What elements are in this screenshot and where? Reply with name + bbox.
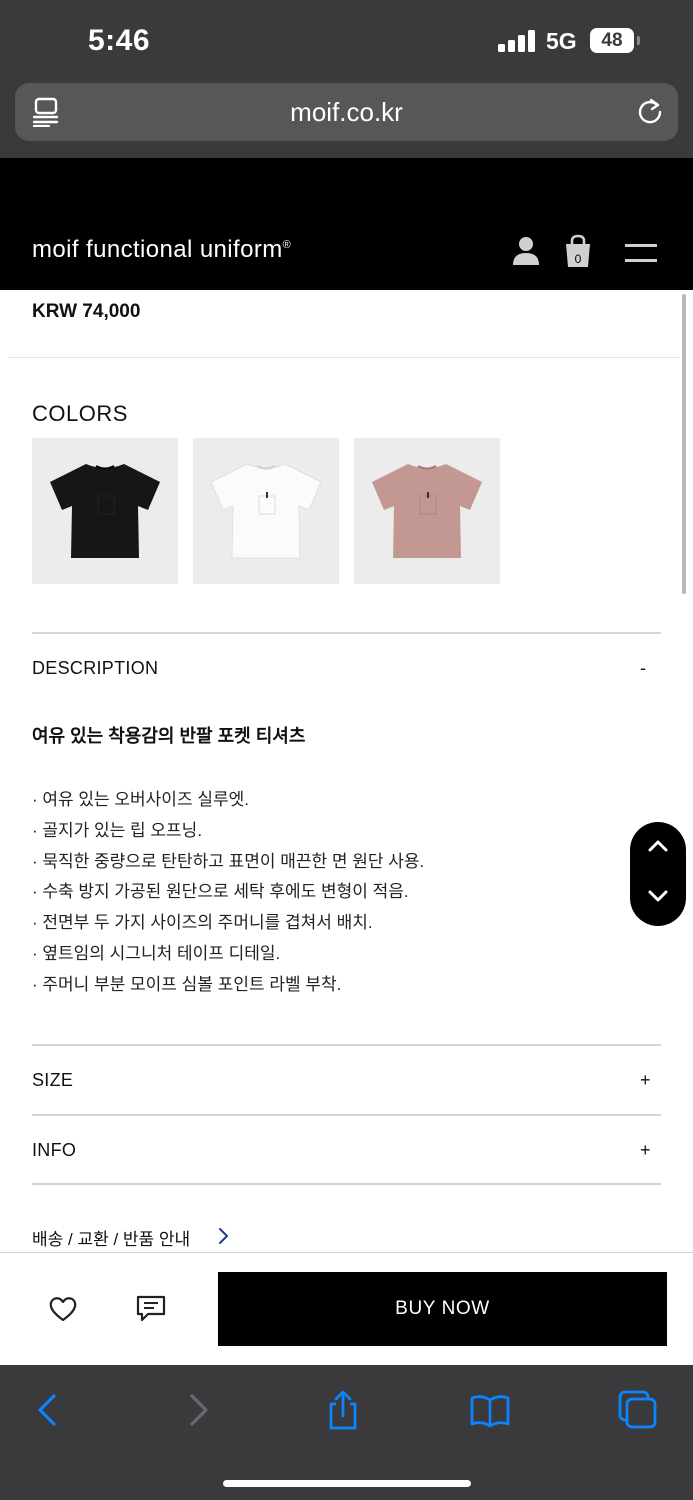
description-bullet: · 옆트임의 시그니처 테이프 디테일. bbox=[32, 944, 281, 963]
bookmarks-icon[interactable] bbox=[470, 1390, 510, 1430]
battery-icon: 48 bbox=[590, 28, 634, 53]
address-bar[interactable]: moif.co.kr bbox=[15, 83, 678, 141]
divider bbox=[32, 1044, 661, 1046]
comment-icon[interactable] bbox=[136, 1295, 166, 1323]
user-icon[interactable] bbox=[512, 236, 540, 266]
battery-tip bbox=[637, 36, 640, 45]
info-toggle[interactable]: INFO bbox=[32, 1140, 76, 1161]
brand-text: moif functional uniform bbox=[32, 236, 283, 263]
signal-icon bbox=[498, 30, 536, 52]
network-label: 5G bbox=[546, 28, 577, 54]
tshirt-black-image bbox=[50, 464, 160, 558]
status-bar: 5:46 5G 48 bbox=[0, 0, 693, 82]
divider bbox=[32, 632, 661, 634]
colors-label: COLORS bbox=[32, 401, 128, 426]
tabs-icon[interactable] bbox=[618, 1390, 658, 1430]
divider bbox=[32, 1183, 661, 1185]
description-bullet: · 주머니 부분 모이프 심볼 포인트 라벨 부착. bbox=[32, 975, 342, 994]
description-bullet: · 묵직한 중량으로 탄탄하고 표면이 매끈한 면 원단 사용. bbox=[32, 852, 425, 871]
status-time: 5:46 bbox=[88, 24, 151, 57]
description-bullet: · 전면부 두 가지 사이즈의 주머니를 겹쳐서 배치. bbox=[32, 913, 373, 932]
size-toggle[interactable]: SIZE bbox=[32, 1070, 73, 1091]
description-bullet: · 수축 방지 가공된 원단으로 세탁 후에도 변형이 적음. bbox=[32, 882, 409, 901]
forward-icon[interactable] bbox=[178, 1390, 218, 1430]
reload-icon[interactable] bbox=[635, 96, 665, 126]
description-bullet: · 골지가 있는 립 오프닝. bbox=[32, 821, 203, 840]
heart-icon[interactable] bbox=[48, 1295, 78, 1323]
chevron-right-icon[interactable] bbox=[216, 1227, 230, 1245]
product-price: KRW 74,000 bbox=[32, 301, 141, 322]
browser-top-bar: moif.co.kr bbox=[0, 82, 693, 158]
brand-registered-mark: ® bbox=[282, 239, 292, 251]
scroll-buttons bbox=[630, 822, 686, 926]
tshirt-white-image bbox=[210, 463, 322, 559]
cart-count: 0 bbox=[574, 252, 582, 266]
share-icon[interactable] bbox=[323, 1390, 363, 1430]
expand-toggle[interactable]: + bbox=[640, 1070, 651, 1091]
divider bbox=[32, 1114, 661, 1116]
description-toggle[interactable]: DESCRIPTION bbox=[32, 658, 158, 679]
divider bbox=[8, 357, 680, 358]
brand-logo[interactable]: moif functional uniform® bbox=[32, 236, 291, 264]
description-bullet: · 여유 있는 오버사이즈 실루엣. bbox=[32, 790, 249, 809]
browser-toolbar bbox=[0, 1365, 693, 1500]
color-swatch-black[interactable] bbox=[32, 438, 178, 584]
home-indicator[interactable] bbox=[223, 1480, 471, 1487]
chevron-up-icon[interactable] bbox=[646, 838, 670, 854]
menu-icon[interactable] bbox=[625, 244, 657, 264]
color-swatch-white[interactable] bbox=[193, 438, 339, 584]
back-icon[interactable] bbox=[28, 1390, 68, 1430]
divider bbox=[0, 1252, 693, 1253]
color-swatch-pink[interactable] bbox=[354, 438, 500, 584]
collapse-toggle[interactable]: - bbox=[640, 658, 646, 679]
site-header: moif functional uniform® 0 bbox=[0, 158, 693, 290]
description-heading: 여유 있는 착용감의 반팔 포켓 티셔츠 bbox=[32, 726, 306, 746]
url-text[interactable]: moif.co.kr bbox=[15, 97, 678, 128]
chevron-down-icon[interactable] bbox=[646, 888, 670, 904]
tshirt-pink-image bbox=[372, 464, 482, 558]
shipping-info-link[interactable]: 배송 / 교환 / 반품 안내 bbox=[32, 1225, 190, 1250]
page-scrollbar[interactable] bbox=[682, 294, 686, 594]
buy-now-button[interactable]: BUY NOW bbox=[218, 1272, 667, 1346]
expand-toggle[interactable]: + bbox=[640, 1140, 651, 1161]
